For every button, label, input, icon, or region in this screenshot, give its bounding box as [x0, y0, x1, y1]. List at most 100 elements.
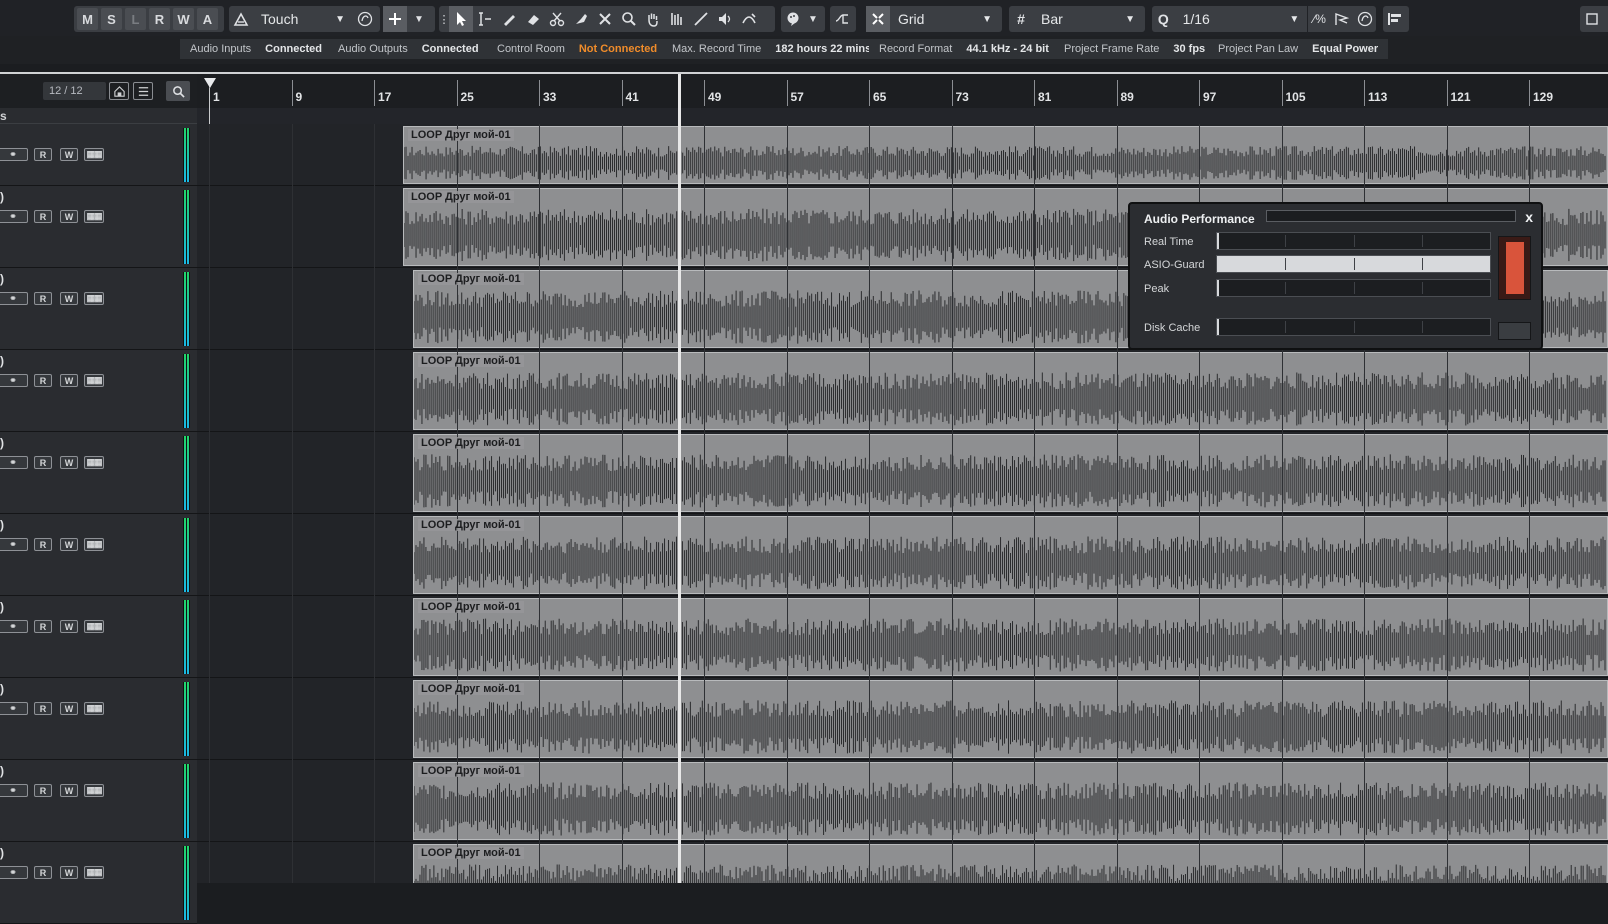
- track-row[interactable]: ) ⚭ R W ▦▦: [0, 186, 197, 268]
- audio-event[interactable]: LOOP Друг мой-01: [413, 598, 1608, 676]
- overload-indicator[interactable]: [1498, 236, 1531, 300]
- pan-law-status[interactable]: Project Pan Law Equal Power: [1208, 39, 1389, 59]
- select-tool-icon[interactable]: [449, 6, 473, 32]
- edit-channel-button[interactable]: ▦▦: [84, 374, 104, 387]
- read-button[interactable]: R: [34, 538, 52, 551]
- automation-mode-select[interactable]: Touch ▼: [253, 6, 353, 32]
- grid-type-select[interactable]: Bar ▼: [1033, 6, 1143, 32]
- listen-button[interactable]: L: [125, 8, 146, 30]
- play-tool-icon[interactable]: [713, 6, 737, 32]
- quantize-reset-icon[interactable]: [1353, 6, 1376, 32]
- audio-event[interactable]: LOOP Друг мой-01: [413, 352, 1608, 430]
- comp-tool-icon[interactable]: [665, 6, 689, 32]
- write-button[interactable]: W: [60, 702, 78, 715]
- write-button[interactable]: W: [60, 210, 78, 223]
- audio-event[interactable]: LOOP Друг мой-01: [413, 762, 1608, 840]
- snap-zero-icon[interactable]: [830, 6, 854, 32]
- read-button[interactable]: R: [34, 374, 52, 387]
- chevron-down-icon[interactable]: ▼: [805, 6, 821, 32]
- audio-event[interactable]: LOOP Друг мой-01: [403, 126, 1608, 184]
- audio-event[interactable]: LOOP Друг мой-01: [413, 680, 1608, 758]
- link-button[interactable]: ⚭: [0, 702, 28, 715]
- audio-outputs-status[interactable]: Audio Outputs Connected: [328, 39, 489, 59]
- audio-event[interactable]: LOOP Друг мой-01: [413, 844, 1608, 883]
- link-button[interactable]: ⚭: [0, 784, 28, 797]
- event-lane[interactable]: LOOP Друг мой-01: [197, 842, 1608, 883]
- track-count[interactable]: 12 / 12: [43, 82, 106, 100]
- track-name[interactable]: ): [0, 846, 4, 860]
- read-button[interactable]: R: [34, 702, 52, 715]
- track-row[interactable]: ) ⚭ R W ▦▦: [0, 268, 197, 350]
- track-row[interactable]: ) ⚭ R W ▦▦: [0, 432, 197, 514]
- glue-tool-icon[interactable]: [569, 6, 593, 32]
- chevron-down-icon[interactable]: ▼: [407, 6, 431, 32]
- automation-panel-button[interactable]: A: [197, 8, 218, 30]
- link-button[interactable]: ⚭: [0, 620, 28, 633]
- read-button[interactable]: R: [34, 784, 52, 797]
- mute-tool-icon[interactable]: [593, 6, 617, 32]
- erase-tool-icon[interactable]: [521, 6, 545, 32]
- track-row[interactable]: ) ⚭ R W ▦▦: [0, 350, 197, 432]
- suspend-icon[interactable]: [353, 6, 377, 32]
- audio-event[interactable]: LOOP Друг мой-01: [413, 434, 1608, 512]
- track-list-menu-button[interactable]: [133, 82, 153, 100]
- event-lane[interactable]: LOOP Друг мой-01: [197, 596, 1608, 678]
- write-button[interactable]: W: [60, 784, 78, 797]
- warp-tool-icon[interactable]: [737, 6, 761, 32]
- write-automation-button[interactable]: W: [173, 8, 194, 30]
- edit-channel-button[interactable]: ▦▦: [84, 866, 104, 879]
- track-name[interactable]: ): [0, 600, 4, 614]
- color-tool-icon[interactable]: [781, 6, 805, 32]
- snap-type-select[interactable]: Grid ▼: [890, 6, 1000, 32]
- write-button[interactable]: W: [60, 374, 78, 387]
- link-button[interactable]: ⚭: [0, 292, 28, 305]
- ruler[interactable]: 1 9 17 25 33 41 49 57 65 73 81 89 97 105 113 121 129: [197, 74, 1608, 108]
- track-row[interactable]: ⚭ R W ▦▦: [0, 124, 197, 186]
- track-name[interactable]: ): [0, 764, 4, 778]
- disk-overload-indicator[interactable]: [1498, 322, 1531, 340]
- track-row[interactable]: ) ⚭ R W ▦▦: [0, 678, 197, 760]
- search-button[interactable]: [166, 81, 190, 101]
- write-button[interactable]: W: [60, 538, 78, 551]
- track-name[interactable]: ): [0, 272, 4, 286]
- hand-tool-icon[interactable]: [641, 6, 665, 32]
- track-name[interactable]: ): [0, 190, 4, 204]
- event-lane[interactable]: LOOP Друг мой-01: [197, 432, 1608, 514]
- edit-channel-button[interactable]: ▦▦: [84, 538, 104, 551]
- write-button[interactable]: W: [60, 866, 78, 879]
- project-start-marker[interactable]: [204, 78, 216, 88]
- quantize-select[interactable]: 1/16 ▼: [1175, 6, 1308, 32]
- range-tool-icon[interactable]: [473, 6, 497, 32]
- track-name[interactable]: ): [0, 354, 4, 368]
- link-button[interactable]: ⚭: [0, 866, 28, 879]
- window-layout-icon[interactable]: [1383, 6, 1407, 32]
- read-button[interactable]: R: [34, 456, 52, 469]
- audio-event[interactable]: LOOP Друг мой-01: [413, 516, 1608, 594]
- record-format-status[interactable]: Record Format 44.1 kHz - 24 bit: [869, 39, 1059, 59]
- track-row[interactable]: ) ⚭ R W ▦▦: [0, 514, 197, 596]
- audio-inputs-status[interactable]: Audio Inputs Connected: [180, 39, 332, 59]
- title-drag-area[interactable]: [1266, 210, 1516, 222]
- track-row[interactable]: ) ⚭ R W ▦▦: [0, 760, 197, 842]
- project-cursor[interactable]: [678, 74, 681, 883]
- solo-all-button[interactable]: S: [101, 8, 122, 30]
- event-lane[interactable]: LOOP Друг мой-01: [197, 678, 1608, 760]
- max-record-status[interactable]: Max. Record Time 182 hours 22 mins: [662, 39, 882, 59]
- track-row[interactable]: ) ⚭ R W ▦▦: [0, 842, 197, 924]
- link-button[interactable]: ⚭: [0, 456, 28, 469]
- line-tool-icon[interactable]: [689, 6, 713, 32]
- read-button[interactable]: R: [34, 292, 52, 305]
- event-lane[interactable]: LOOP Друг мой-01: [197, 124, 1608, 186]
- edit-channel-button[interactable]: ▦▦: [84, 292, 104, 305]
- split-tool-icon[interactable]: [545, 6, 569, 32]
- project-arrange-area[interactable]: 1 9 17 25 33 41 49 57 65 73 81 89 97 105 113 121 129 LOO…: [197, 72, 1608, 883]
- link-button[interactable]: ⚭: [0, 210, 28, 223]
- control-room-status[interactable]: Control Room Not Connected: [487, 39, 668, 59]
- read-automation-button[interactable]: R: [149, 8, 170, 30]
- edit-channel-button[interactable]: ▦▦: [84, 702, 104, 715]
- edit-channel-button[interactable]: ▦▦: [84, 456, 104, 469]
- edit-channel-button[interactable]: ▦▦: [84, 210, 104, 223]
- event-lane[interactable]: LOOP Друг мой-01: [197, 350, 1608, 432]
- event-lane[interactable]: LOOP Друг мой-01: [197, 760, 1608, 842]
- snap-toggle-icon[interactable]: [866, 6, 890, 32]
